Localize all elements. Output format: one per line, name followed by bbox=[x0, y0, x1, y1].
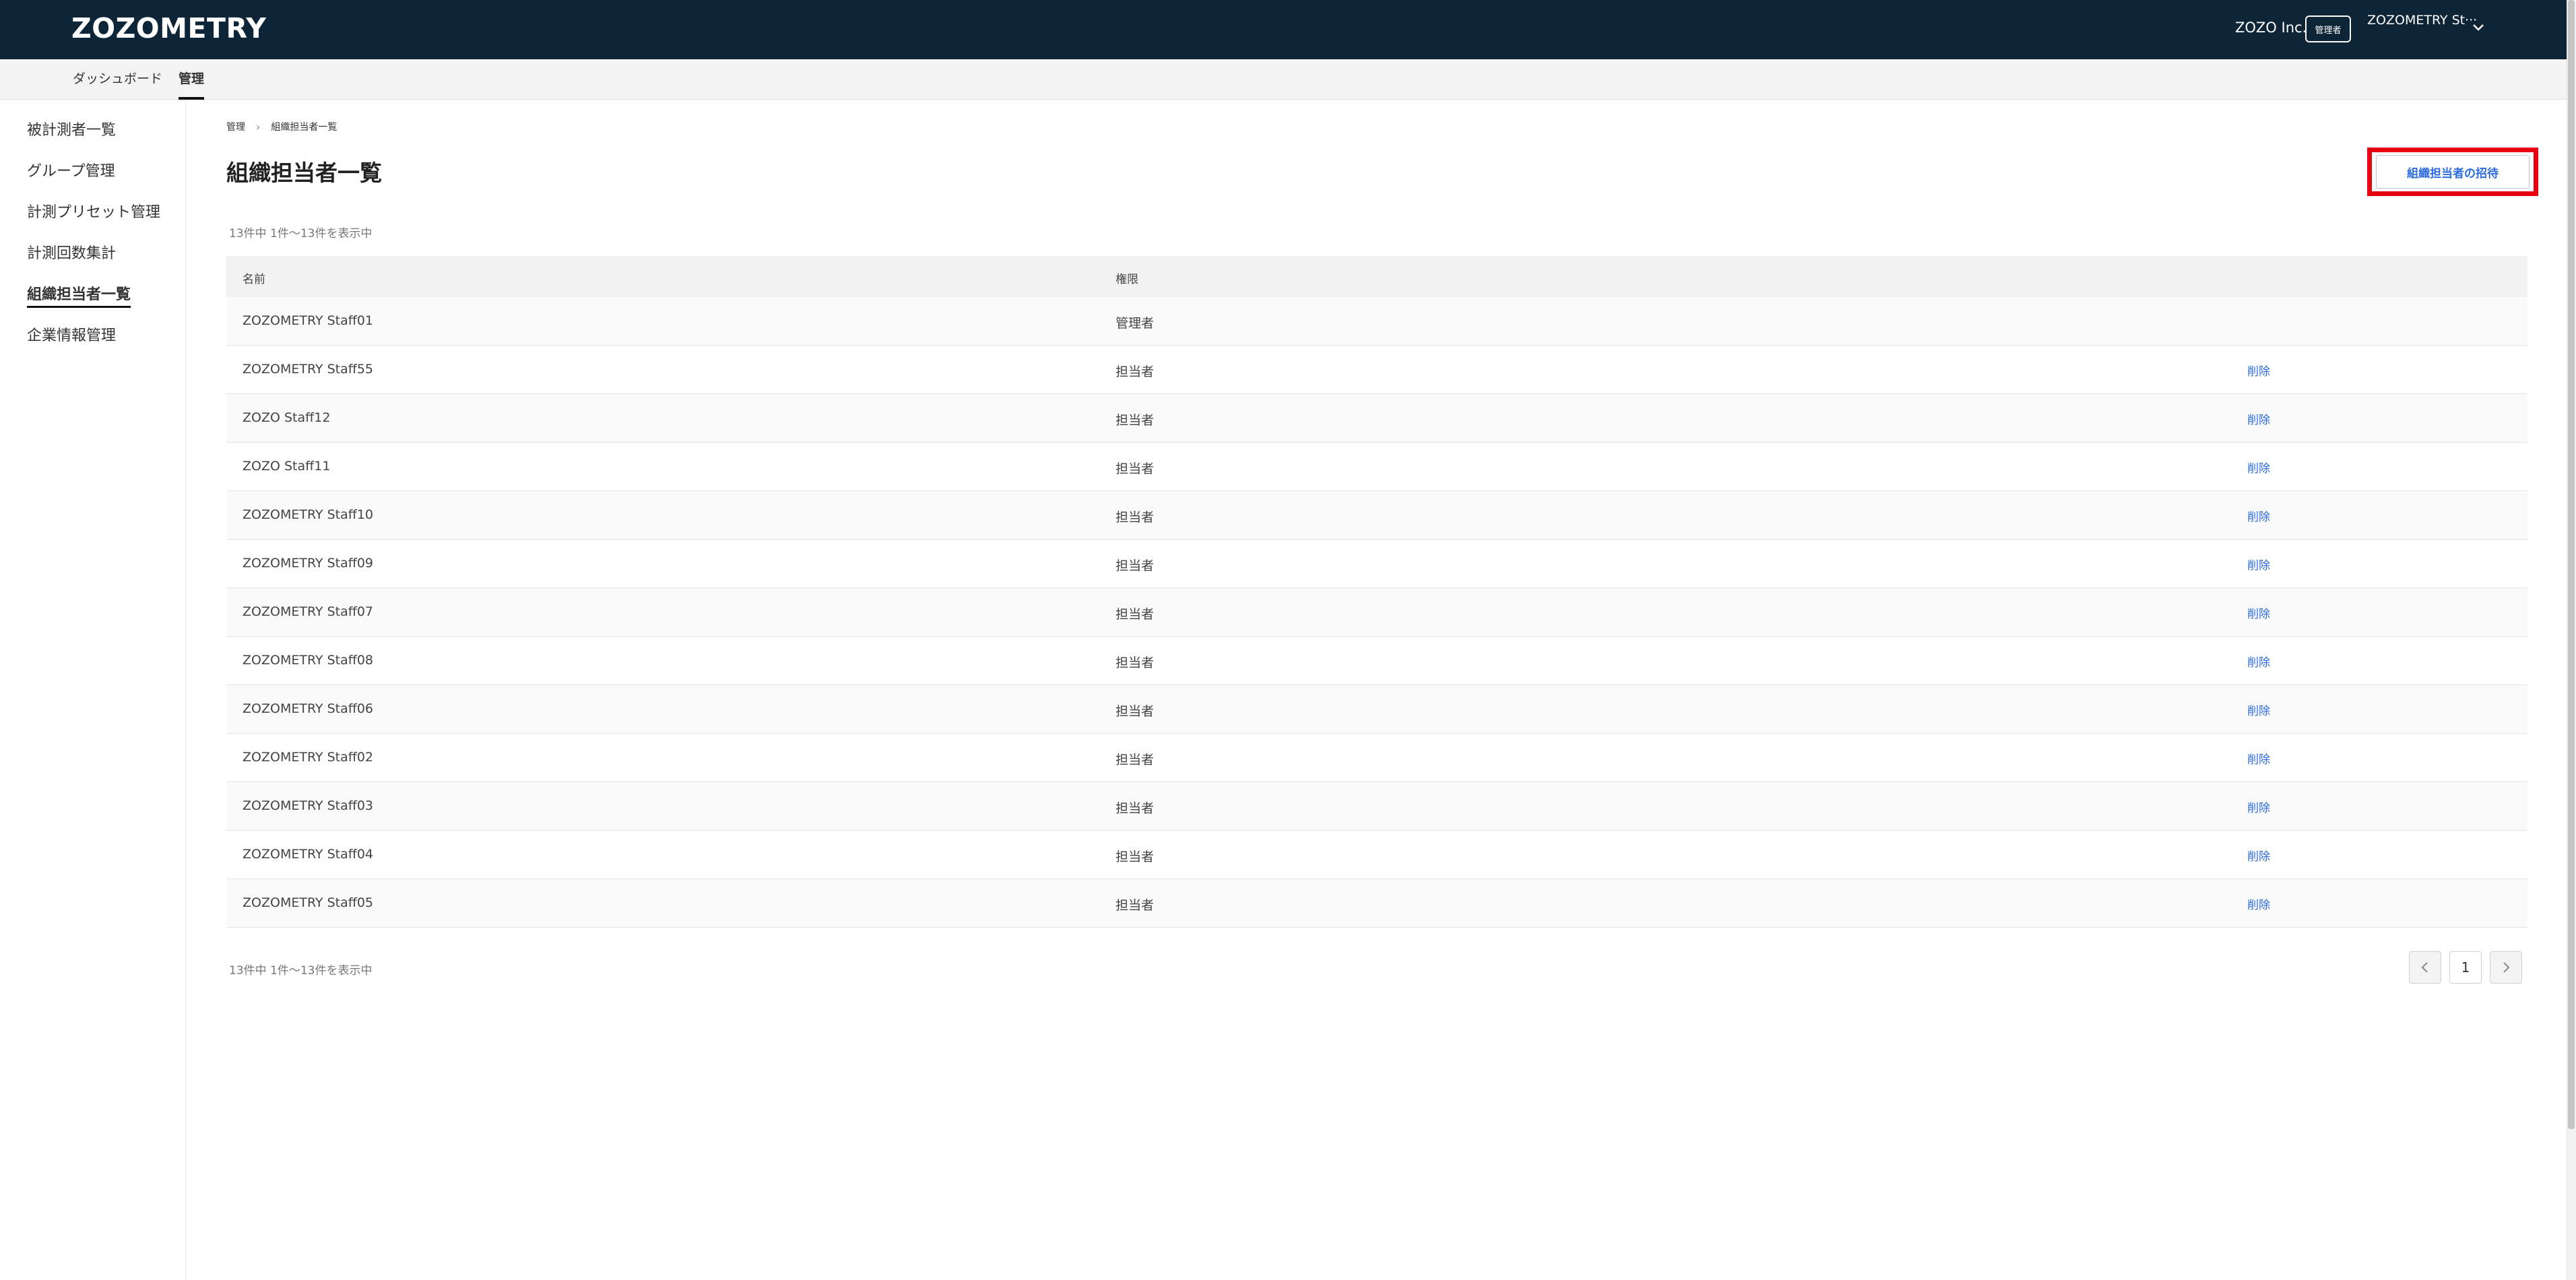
sub-navigation: ダッシュボード 管理 bbox=[0, 59, 2567, 100]
sidebar-item-subjects[interactable]: 被計測者一覧 bbox=[27, 118, 116, 139]
next-page-button[interactable] bbox=[2490, 951, 2522, 984]
sidebar-item-org-staff[interactable]: 組織担当者一覧 bbox=[27, 282, 131, 308]
app-logo[interactable]: ZOZOMETRY bbox=[71, 12, 266, 44]
staff-name: ZOZOMETRY Staff04 bbox=[243, 847, 373, 862]
table-row: ZOZO Staff11 担当者 削除 bbox=[226, 443, 2527, 491]
staff-name: ZOZOMETRY Staff03 bbox=[243, 798, 373, 813]
staff-role: 担当者 bbox=[1116, 850, 1155, 864]
staff-role: 担当者 bbox=[1116, 364, 1155, 379]
staff-role: 担当者 bbox=[1116, 510, 1155, 525]
page-title: 組織担当者一覧 bbox=[226, 160, 382, 186]
breadcrumb: 管理 › 組織担当者一覧 bbox=[226, 120, 337, 133]
table-row: ZOZOMETRY Staff01 管理者 bbox=[226, 297, 2527, 346]
staff-name: ZOZOMETRY Staff07 bbox=[243, 604, 373, 619]
staff-role: 担当者 bbox=[1116, 655, 1155, 670]
scrollbar-thumb[interactable] bbox=[2568, 0, 2575, 1129]
delete-link[interactable]: 削除 bbox=[2247, 847, 2270, 864]
delete-link[interactable]: 削除 bbox=[2247, 410, 2270, 427]
staff-name: ZOZOMETRY Staff01 bbox=[243, 313, 373, 328]
table-row: ZOZOMETRY Staff09 担当者 削除 bbox=[226, 540, 2527, 588]
delete-link[interactable]: 削除 bbox=[2247, 750, 2270, 767]
delete-link[interactable]: 削除 bbox=[2247, 362, 2270, 379]
table-row: ZOZOMETRY Staff02 担当者 削除 bbox=[226, 734, 2527, 782]
staff-role: 担当者 bbox=[1116, 413, 1155, 428]
delete-link[interactable]: 削除 bbox=[2247, 459, 2270, 476]
sidebar-item-groups[interactable]: グループ管理 bbox=[27, 159, 115, 181]
user-menu-name[interactable]: ZOZOMETRY St··· bbox=[2367, 13, 2477, 28]
staff-name: ZOZOMETRY Staff05 bbox=[243, 895, 373, 910]
result-count-top: 13件中 1件〜13件を表示中 bbox=[229, 227, 373, 241]
staff-name: ZOZOMETRY Staff06 bbox=[243, 701, 373, 716]
staff-role: 担当者 bbox=[1116, 461, 1155, 476]
staff-role: 担当者 bbox=[1116, 558, 1155, 573]
chevron-down-icon[interactable] bbox=[2471, 20, 2486, 35]
delete-link[interactable]: 削除 bbox=[2247, 556, 2270, 573]
top-header: ZOZOMETRY ZOZO Inc. 管理者 ZOZOMETRY St··· bbox=[0, 0, 2567, 59]
breadcrumb-admin[interactable]: 管理 bbox=[226, 120, 245, 133]
sidebar: 被計測者一覧 グループ管理 計測プリセット管理 計測回数集計 組織担当者一覧 企… bbox=[0, 100, 186, 1280]
delete-link[interactable]: 削除 bbox=[2247, 798, 2270, 815]
invite-staff-button[interactable]: 組織担当者の招待 bbox=[2376, 155, 2530, 189]
staff-role: 担当者 bbox=[1116, 704, 1155, 719]
sidebar-item-presets[interactable]: 計測プリセット管理 bbox=[27, 200, 160, 222]
page-number-button[interactable]: 1 bbox=[2449, 951, 2482, 984]
column-header-name: 名前 bbox=[243, 273, 265, 286]
staff-name: ZOZOMETRY Staff02 bbox=[243, 750, 373, 765]
staff-role: 管理者 bbox=[1116, 316, 1155, 331]
table-row: ZOZO Staff12 担当者 削除 bbox=[226, 394, 2527, 443]
prev-page-button[interactable] bbox=[2409, 951, 2441, 984]
staff-role: 担当者 bbox=[1116, 753, 1155, 767]
subnav-tab-admin[interactable]: 管理 bbox=[179, 69, 205, 100]
staff-name: ZOZOMETRY Staff55 bbox=[243, 362, 373, 377]
staff-table: 名前 権限 ZOZOMETRY Staff01 管理者 ZOZOMETRY Staf… bbox=[226, 256, 2527, 928]
staff-role: 担当者 bbox=[1116, 607, 1155, 622]
table-header: 名前 権限 bbox=[226, 256, 2527, 297]
staff-name: ZOZO Staff11 bbox=[243, 459, 331, 474]
staff-name: ZOZOMETRY Staff10 bbox=[243, 507, 373, 522]
table-row: ZOZOMETRY Staff04 担当者 削除 bbox=[226, 831, 2527, 879]
delete-link[interactable]: 削除 bbox=[2247, 701, 2270, 718]
delete-link[interactable]: 削除 bbox=[2247, 507, 2270, 524]
table-row: ZOZOMETRY Staff08 担当者 削除 bbox=[226, 637, 2527, 685]
delete-link[interactable]: 削除 bbox=[2247, 653, 2270, 670]
table-row: ZOZOMETRY Staff10 担当者 削除 bbox=[226, 491, 2527, 540]
chevron-right-icon: › bbox=[256, 120, 261, 133]
delete-link[interactable]: 削除 bbox=[2247, 604, 2270, 621]
breadcrumb-current: 組織担当者一覧 bbox=[271, 122, 337, 133]
result-count-bottom: 13件中 1件〜13件を表示中 bbox=[229, 964, 373, 978]
staff-name: ZOZOMETRY Staff08 bbox=[243, 653, 373, 668]
chevron-right-icon bbox=[2503, 962, 2510, 973]
staff-name: ZOZOMETRY Staff09 bbox=[243, 556, 373, 571]
table-row: ZOZOMETRY Staff06 担当者 削除 bbox=[226, 685, 2527, 734]
table-row: ZOZOMETRY Staff03 担当者 削除 bbox=[226, 782, 2527, 831]
column-header-role: 権限 bbox=[1116, 273, 1138, 286]
pagination: 1 bbox=[2409, 951, 2522, 984]
subnav-tab-dashboard[interactable]: ダッシュボード bbox=[73, 69, 162, 100]
table-body: ZOZOMETRY Staff01 管理者 ZOZOMETRY Staff55 担当者… bbox=[226, 297, 2527, 928]
sidebar-item-measurement-count[interactable]: 計測回数集計 bbox=[27, 241, 116, 263]
organization-name: ZOZO Inc. bbox=[2235, 20, 2307, 36]
role-badge: 管理者 bbox=[2305, 15, 2351, 42]
table-row: ZOZOMETRY Staff07 担当者 削除 bbox=[226, 588, 2527, 637]
staff-role: 担当者 bbox=[1116, 898, 1155, 913]
table-row: ZOZOMETRY Staff55 担当者 削除 bbox=[226, 346, 2527, 394]
staff-name: ZOZO Staff12 bbox=[243, 410, 331, 425]
staff-role: 担当者 bbox=[1116, 801, 1155, 816]
table-row: ZOZOMETRY Staff05 担当者 削除 bbox=[226, 879, 2527, 928]
chevron-left-icon bbox=[2421, 962, 2428, 973]
sidebar-item-company-info[interactable]: 企業情報管理 bbox=[27, 323, 116, 345]
delete-link[interactable]: 削除 bbox=[2247, 895, 2270, 912]
